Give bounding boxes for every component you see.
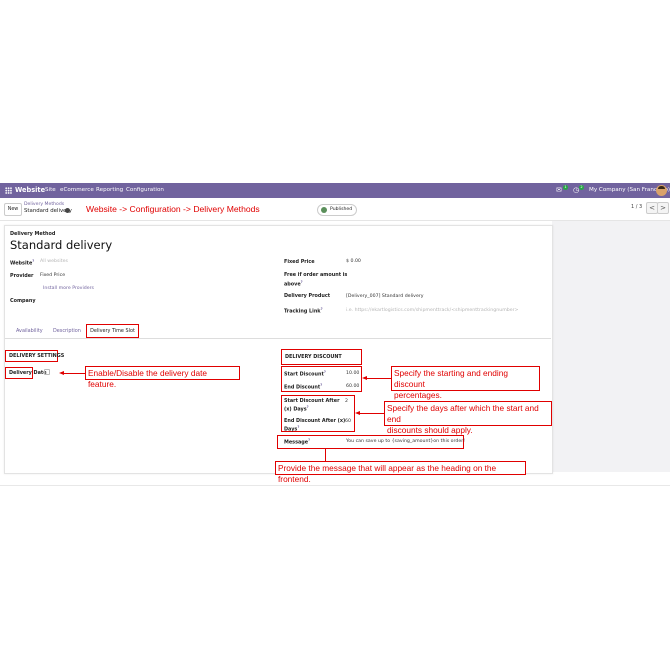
- menu-ecommerce[interactable]: eCommerce: [60, 183, 94, 198]
- fixed-price-label: Fixed Price: [284, 259, 315, 265]
- tracking-link-field[interactable]: i.e. https://ekartlogistics.com/shipment…: [346, 308, 518, 313]
- arrow-line-message: [325, 449, 327, 461]
- top-navbar: Website Site eCommerce Reporting Configu…: [0, 183, 670, 198]
- message-field[interactable]: You can save up to {saving_amount}on thi…: [346, 439, 465, 444]
- app-brand[interactable]: Website: [15, 183, 45, 198]
- company-label: Company: [10, 298, 36, 304]
- discount-header: DELIVERY DISCOUNT: [285, 354, 342, 360]
- start-after-field[interactable]: 2: [345, 399, 348, 404]
- arrow-line-discount-pct: [366, 377, 391, 379]
- provider-field[interactable]: Fixed Price: [40, 273, 65, 278]
- chat-icon[interactable]: ✉: [556, 183, 562, 198]
- settings-header: DELIVERY SETTINGS: [9, 353, 65, 359]
- start-after-label: Start Discount After (x) Days?: [284, 398, 340, 413]
- activity-icon[interactable]: ◷: [573, 183, 579, 198]
- message-label: Message?: [284, 438, 311, 446]
- tab-availability[interactable]: Availability: [16, 328, 43, 334]
- note-days: Specify the days after which the start a…: [384, 401, 552, 435]
- menu-site[interactable]: Site: [45, 183, 56, 198]
- tracking-link-label: Tracking Link?: [284, 307, 323, 315]
- provider-label: Provider: [10, 273, 34, 279]
- user-avatar[interactable]: [656, 185, 667, 196]
- record-name-field[interactable]: Standard delivery: [10, 238, 112, 252]
- pager-next-button[interactable]: >: [657, 202, 669, 214]
- chat-badge: 1: [563, 185, 568, 190]
- gear-icon[interactable]: [65, 208, 70, 213]
- fixed-price-field[interactable]: $ 0.00: [346, 259, 361, 264]
- delivery-product-label: Delivery Product: [284, 293, 331, 299]
- activity-badge: 2: [579, 185, 584, 190]
- delivery-date-checkbox[interactable]: [44, 369, 50, 375]
- record-type-label: Delivery Method: [10, 231, 56, 237]
- arrow-line-days: [359, 412, 384, 414]
- tab-delivery-time-slot[interactable]: Delivery Time Slot: [86, 324, 139, 338]
- menu-reporting[interactable]: Reporting: [96, 183, 123, 198]
- note-delivery-date: Enable/Disable the delivery date feature…: [85, 366, 240, 389]
- end-after-label: End Discount After (x) Days?: [284, 418, 346, 433]
- pager-value: 1 / 3: [631, 204, 643, 210]
- chatter-area: [552, 221, 670, 472]
- note-message: Provide the message that will appear as …: [275, 461, 526, 484]
- website-field[interactable]: All websites: [40, 259, 68, 264]
- website-label: Website?: [10, 259, 35, 267]
- menu-configuration[interactable]: Configuration: [126, 183, 164, 198]
- published-label: Published: [330, 207, 353, 212]
- tabs-divider: [5, 338, 551, 339]
- start-discount-label: Start Discount?: [284, 370, 326, 378]
- delivery-date-label: Delivery Date: [9, 370, 47, 376]
- tab-description[interactable]: Description: [53, 328, 81, 334]
- end-discount-field[interactable]: 60.00: [346, 384, 359, 389]
- end-after-field[interactable]: 60: [345, 419, 351, 424]
- page-bottom-divider: [0, 485, 670, 486]
- arrow-line-delivery-date: [63, 372, 85, 374]
- end-discount-label: End Discount?: [284, 383, 323, 391]
- delivery-product-field[interactable]: [Delivery_007] Standard delivery: [346, 294, 424, 299]
- start-discount-field[interactable]: 10.00: [346, 371, 359, 376]
- globe-icon: [321, 207, 327, 213]
- app-grid-icon[interactable]: [5, 187, 12, 194]
- install-providers-link[interactable]: Install more Providers: [43, 286, 94, 291]
- free-if-label: Free if order amount is above?: [284, 272, 348, 288]
- published-toggle[interactable]: Published: [317, 204, 357, 216]
- note-discount-pct: Specify the starting and ending discount…: [391, 366, 540, 400]
- new-button[interactable]: New: [4, 203, 22, 216]
- annotation-menu-path: Website -> Configuration -> Delivery Met…: [86, 204, 260, 214]
- breadcrumb-parent[interactable]: Delivery Methods: [24, 202, 64, 207]
